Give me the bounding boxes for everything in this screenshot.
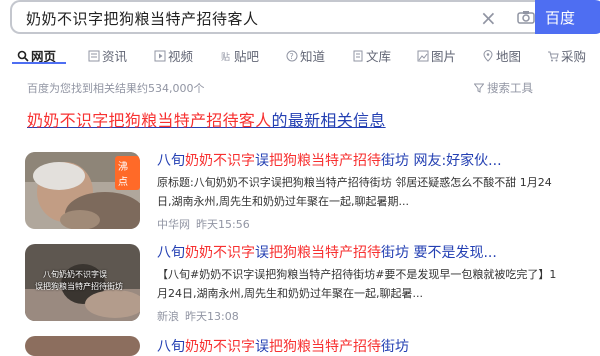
thumbnail-caption: 误把狗粮当特产招待街坊	[35, 282, 123, 291]
shopping-icon	[548, 51, 559, 62]
tab-images[interactable]: 图片	[417, 46, 456, 65]
result-snippet: 原标题:八旬奶奶不识字误把狗粮当特产招待街坊 邻居还疑惑怎么不酸不甜 1月24日…	[157, 176, 552, 208]
tab-label: 采购	[561, 49, 587, 64]
news-result[interactable]: 八旬奶奶不识字误把狗粮当特产招待街坊	[15, 330, 555, 356]
document-icon	[353, 50, 363, 62]
tab-label: 视频	[168, 49, 194, 64]
source-name: 新浪	[157, 310, 179, 323]
title-part-highlight: 把狗粮当特产招待	[269, 245, 381, 261]
tab-wenku[interactable]: 文库	[352, 46, 391, 65]
search-tabs: 网页 资讯 视频 贴贴吧 ? 知道 文库 图片 地图 采购	[0, 40, 600, 66]
title-part-highlight: 奶奶不识字	[185, 153, 255, 169]
title-part: 误	[255, 245, 269, 261]
question-icon: ?	[286, 50, 298, 62]
video-icon	[154, 50, 166, 62]
title-part: 街坊 要不是发现...	[381, 245, 497, 261]
title-part: 街坊 网友:好家伙...	[381, 153, 502, 169]
search-query[interactable]: 奶奶不识字把狗粮当特产招待客人	[26, 8, 259, 29]
result-snippet: 【八旬#奶奶不识字误把狗粮当特产招待街坊#要不是发现早一包粮就被吃完了】1月24…	[157, 268, 557, 300]
result-title[interactable]: 八旬奶奶不识字误把狗粮当特产招待街坊	[157, 336, 409, 356]
title-part: 八旬	[157, 339, 185, 355]
result-source: 中华网 昨天15:56	[157, 216, 250, 232]
result-thumbnail[interactable]: 沸点	[25, 152, 140, 229]
news-result[interactable]: 沸点 八旬奶奶不识字误把狗粮当特产招待街坊 网友:好家伙... 原标题:八旬奶奶…	[15, 150, 555, 240]
source-time: 昨天15:56	[196, 218, 250, 231]
news-title-highlight: 奶奶不识字把狗粮当特产招待客人	[27, 111, 272, 130]
result-thumbnail[interactable]	[25, 336, 140, 356]
tab-label: 知道	[300, 49, 326, 64]
result-title[interactable]: 八旬奶奶不识字误把狗粮当特产招待街坊 网友:好家伙...	[157, 150, 502, 170]
thumbnail-caption: 八旬奶奶不识字误	[43, 270, 107, 279]
search-tools-label: 搜索工具	[487, 81, 533, 95]
tab-label: 文库	[366, 49, 392, 64]
svg-text:?: ?	[290, 52, 294, 61]
camera-icon[interactable]	[517, 10, 535, 24]
tab-news[interactable]: 资讯	[88, 46, 127, 65]
result-thumbnail[interactable]: 八旬奶奶不识字误 误把狗粮当特产招待街坊	[25, 244, 140, 321]
title-part: 误	[255, 339, 269, 355]
tieba-icon: 贴	[221, 51, 230, 62]
map-icon	[483, 50, 493, 62]
title-part-highlight: 奶奶不识字	[185, 339, 255, 355]
title-part-highlight: 把狗粮当特产招待	[269, 339, 381, 355]
search-input[interactable]: 奶奶不识字把狗粮当特产招待客人 ×	[10, 0, 535, 34]
tab-label: 图片	[431, 49, 457, 64]
title-part: 街坊	[381, 339, 409, 355]
title-part: 误	[255, 153, 269, 169]
tab-label: 贴吧	[234, 49, 260, 64]
image-icon	[417, 50, 429, 62]
tab-zhidao[interactable]: ? 知道	[286, 46, 325, 65]
title-part-highlight: 把狗粮当特产招待	[269, 153, 381, 169]
results-count: 百度为您找到相关结果约534,000个	[27, 82, 205, 95]
result-source: 新浪 昨天13:08	[157, 308, 239, 324]
svg-text:贴: 贴	[221, 51, 230, 62]
clear-icon[interactable]: ×	[480, 6, 497, 30]
source-name: 中华网	[157, 218, 190, 231]
filter-icon	[473, 83, 485, 93]
active-tab-indicator	[12, 62, 66, 64]
trending-badge: 沸点	[115, 156, 140, 190]
tab-map[interactable]: 地图	[482, 46, 521, 65]
tab-video[interactable]: 视频	[154, 46, 193, 65]
search-tools-button[interactable]: 搜索工具	[473, 80, 533, 96]
result-title[interactable]: 八旬奶奶不识字误把狗粮当特产招待街坊 要不是发现...	[157, 242, 497, 262]
title-part: 八旬	[157, 245, 185, 261]
thumbnail-photo	[25, 336, 140, 356]
title-part-highlight: 奶奶不识字	[185, 245, 255, 261]
tab-shopping[interactable]: 采购	[547, 46, 586, 65]
tab-tieba[interactable]: 贴贴吧	[220, 46, 259, 65]
news-section-title[interactable]: 奶奶不识字把狗粮当特产招待客人的最新相关信息	[27, 107, 386, 131]
news-result[interactable]: 八旬奶奶不识字误 误把狗粮当特产招待街坊 八旬奶奶不识字误把狗粮当特产招待街坊 …	[15, 240, 556, 330]
search-icon	[17, 50, 29, 62]
tab-label: 地图	[496, 49, 522, 64]
news-icon	[88, 50, 100, 62]
tab-label: 资讯	[102, 49, 128, 64]
news-title-rest: 的最新相关信息	[271, 111, 386, 130]
title-part: 八旬	[157, 153, 185, 169]
search-button[interactable]: 百度	[535, 0, 600, 34]
source-time: 昨天13:08	[185, 310, 239, 323]
